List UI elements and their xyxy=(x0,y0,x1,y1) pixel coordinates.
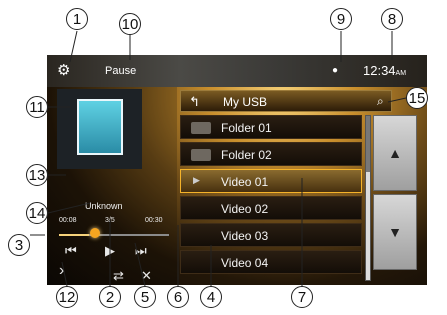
callout-13: 13 xyxy=(26,164,48,186)
callout-1: 1 xyxy=(66,8,88,30)
scroll-down-button[interactable]: ▼ xyxy=(373,194,417,270)
repeat-icon[interactable]: ⇄ xyxy=(113,268,124,284)
list-item-label: Video 02 xyxy=(221,202,269,216)
time-elapsed: 00:08 xyxy=(59,217,77,224)
search-icon[interactable]: ⌕ xyxy=(377,94,384,109)
video-thumbnail xyxy=(57,89,142,169)
callout-5: 5 xyxy=(134,286,156,308)
folder-icon xyxy=(191,122,211,134)
next-icon[interactable]: ⏭ xyxy=(135,243,147,259)
status-bar: ⚙ Pause ● 12:34AM xyxy=(47,55,427,87)
settings-icon[interactable]: ⚙ xyxy=(57,61,70,79)
progress-thumb[interactable] xyxy=(90,228,100,238)
list-item-label: Video 01 xyxy=(221,175,269,189)
playing-icon: ▶ xyxy=(193,175,200,185)
callout-10: 10 xyxy=(119,13,141,35)
callout-14: 14 xyxy=(26,202,48,224)
time-total: 00:30 xyxy=(145,217,163,224)
song-title: Unknown xyxy=(85,201,123,211)
scroll-up-button[interactable]: ▲ xyxy=(373,115,417,191)
progress-bar[interactable] xyxy=(59,234,169,236)
list-item[interactable]: Video 03 xyxy=(180,223,362,247)
scrollbar-thumb[interactable] xyxy=(366,116,370,172)
progress-fill xyxy=(59,234,89,236)
previous-icon[interactable]: ⏮ xyxy=(65,243,77,259)
play-pause-icon[interactable]: ▶ xyxy=(105,243,115,259)
list-item-label: Video 04 xyxy=(221,256,269,270)
clock: 12:34AM xyxy=(363,63,406,78)
callout-7: 7 xyxy=(291,286,313,308)
list-header: ↰ My USB ⌕ xyxy=(180,90,392,112)
list-item[interactable]: Folder 01 xyxy=(180,115,362,139)
menu-chevron-icon[interactable]: › xyxy=(59,262,64,280)
list-item[interactable]: Folder 02 xyxy=(180,142,362,166)
folder-icon xyxy=(191,149,211,161)
callout-8: 8 xyxy=(381,8,403,30)
callout-9: 9 xyxy=(330,8,352,30)
callout-4: 4 xyxy=(200,286,222,308)
clock-time: 12:34 xyxy=(363,63,396,78)
callout-3: 3 xyxy=(8,234,30,256)
list-title: My USB xyxy=(223,95,268,109)
film-icon xyxy=(77,99,123,155)
callout-15: 15 xyxy=(406,87,428,109)
list-item-label: Folder 02 xyxy=(221,148,272,162)
up-arrow-icon: ▲ xyxy=(388,145,402,161)
callout-12: 12 xyxy=(56,286,78,308)
callout-11: 11 xyxy=(26,96,48,118)
list-item-label: Folder 01 xyxy=(221,121,272,135)
playback-status: Pause xyxy=(105,65,137,77)
list-item-selected[interactable]: ▶ Video 01 xyxy=(180,169,362,193)
list-item-label: Video 03 xyxy=(221,229,269,243)
callout-6: 6 xyxy=(167,286,189,308)
callout-2: 2 xyxy=(99,286,121,308)
bluetooth-icon: ● xyxy=(332,65,339,76)
list-scrollbar[interactable] xyxy=(365,115,371,281)
clock-ampm: AM xyxy=(395,70,407,77)
head-unit-screen: ⚙ Pause ● 12:34AM Unknown 00:08 3/5 00:3… xyxy=(47,55,427,285)
down-arrow-icon: ▼ xyxy=(388,224,402,240)
player-panel: Unknown 00:08 3/5 00:30 ⏮ ▶ ⏭ ⇄ ✕ › xyxy=(47,87,177,285)
back-icon[interactable]: ↰ xyxy=(189,94,200,110)
list-item[interactable]: Video 04 xyxy=(180,250,362,274)
list-item[interactable]: Video 02 xyxy=(180,196,362,220)
track-position: 3/5 xyxy=(105,217,115,224)
file-browser: ↰ My USB ⌕ Folder 01 Folder 02 ▶ Video 01… xyxy=(180,90,427,285)
shuffle-icon[interactable]: ✕ xyxy=(141,268,152,284)
